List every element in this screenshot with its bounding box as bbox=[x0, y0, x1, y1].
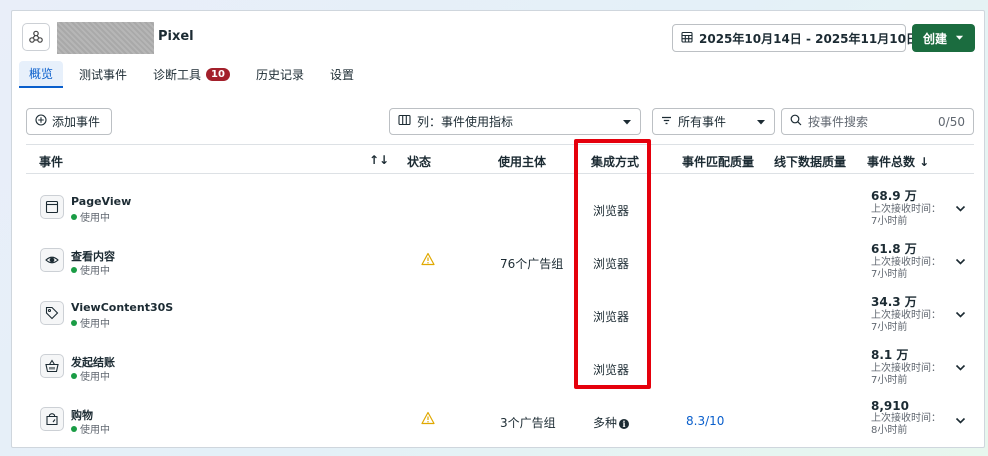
tab-overview[interactable]: 概览 bbox=[19, 61, 64, 88]
tab-diagnostics[interactable]: 诊断工具 10 bbox=[143, 61, 240, 88]
add-event-button[interactable]: 添加事件 bbox=[26, 108, 112, 135]
tab-settings[interactable]: 设置 bbox=[320, 61, 364, 88]
event-name: PageView bbox=[71, 195, 132, 208]
info-icon[interactable]: i bbox=[619, 419, 630, 429]
chevron-down-icon[interactable] bbox=[955, 256, 966, 267]
chevron-down-icon[interactable] bbox=[955, 362, 966, 373]
page-icon bbox=[40, 195, 64, 219]
active-dot bbox=[71, 372, 77, 379]
page-title: Pixel bbox=[158, 29, 194, 44]
columns-icon bbox=[398, 114, 411, 129]
match-quality-link[interactable]: 8.3/10 bbox=[686, 414, 724, 428]
warning-icon[interactable] bbox=[421, 411, 435, 425]
add-event-label: 添加事件 bbox=[52, 115, 101, 129]
active-dot bbox=[71, 213, 77, 220]
table-row[interactable]: ViewContent30S 使用中 浏览器 34.3 万 上次接收时间： 7小… bbox=[26, 288, 974, 341]
tab-test-events[interactable]: 测试事件 bbox=[69, 61, 137, 88]
chevron-down-icon[interactable] bbox=[955, 203, 966, 214]
used-by-value: 3个广告组 bbox=[500, 416, 556, 430]
header-offline-quality: 线下数据质量 bbox=[774, 155, 847, 169]
table-row[interactable]: 发起结账 使用中 浏览器 8.1 万 上次接收时间： 7小时前 bbox=[26, 341, 974, 394]
create-button[interactable]: 创建 bbox=[912, 24, 975, 52]
event-total: 8.1 万 上次接收时间： 7小时前 bbox=[871, 348, 941, 386]
event-search-box: 0/50 bbox=[781, 108, 974, 135]
event-filter-select[interactable]: 所有事件 bbox=[652, 108, 775, 135]
pixel-logo-icon bbox=[22, 23, 50, 51]
event-status: 使用中 bbox=[71, 262, 110, 277]
plus-circle-icon bbox=[35, 114, 47, 129]
caret-down-icon bbox=[622, 117, 632, 127]
header-used-by: 使用主体 bbox=[498, 155, 547, 169]
redacted-name bbox=[57, 22, 154, 54]
event-total: 68.9 万 上次接收时间： 7小时前 bbox=[871, 189, 941, 227]
filter-icon bbox=[661, 115, 672, 129]
event-total: 61.8 万 上次接收时间： 7小时前 bbox=[871, 242, 941, 280]
chevron-down-icon[interactable] bbox=[955, 415, 966, 426]
caret-down-icon bbox=[756, 117, 766, 127]
header-total[interactable]: 事件总数 ↓ bbox=[867, 153, 929, 170]
search-icon bbox=[790, 114, 802, 129]
event-name: ViewContent30S bbox=[71, 301, 174, 314]
header-match-quality: 事件匹配质量 bbox=[682, 155, 755, 169]
integration-value: 浏览器 bbox=[593, 257, 630, 271]
event-total: 34.3 万 上次接收时间： 7小时前 bbox=[871, 295, 941, 333]
warning-icon[interactable] bbox=[421, 252, 435, 266]
active-dot bbox=[71, 319, 77, 326]
table-row[interactable]: PageView 使用中 浏览器 68.9 万 上次接收时间： 7小时前 bbox=[26, 182, 974, 235]
tab-history[interactable]: 历史记录 bbox=[246, 61, 314, 88]
event-status: 使用中 bbox=[71, 315, 110, 330]
date-range-label: 2025年10月14日 - 2025年11月10日 bbox=[699, 31, 918, 46]
table-row[interactable]: 查看内容 使用中 76个广告组 浏览器 61.8 万 上次接收时间： 7小时前 bbox=[26, 235, 974, 288]
date-range-picker[interactable]: 2025年10月14日 - 2025年11月10日 bbox=[672, 24, 933, 52]
header-integration: 集成方式 bbox=[591, 155, 640, 169]
eye-icon bbox=[40, 248, 64, 272]
integration-value: 浏览器 bbox=[593, 204, 630, 218]
tab-bar: 概览 测试事件 诊断工具 10 历史记录 设置 bbox=[19, 61, 370, 88]
event-total: 8,910 上次接收时间： 8小时前 bbox=[871, 399, 941, 436]
used-by-value: 76个广告组 bbox=[500, 257, 564, 271]
columns-select[interactable]: 列：事件使用指标 bbox=[389, 108, 641, 135]
create-button-label: 创建 bbox=[922, 31, 947, 46]
header-status: 状态 bbox=[407, 155, 432, 169]
basket-icon bbox=[40, 354, 64, 378]
event-search-input[interactable] bbox=[808, 114, 933, 129]
tag-icon bbox=[40, 301, 64, 325]
table-row[interactable]: 购物 使用中 3个广告组 多种 i 8.3/10 8,910 上次接收时间： 8小… bbox=[26, 394, 974, 447]
columns-select-label: 列：事件使用指标 bbox=[417, 115, 514, 129]
event-status: 使用中 bbox=[71, 209, 110, 224]
sort-icon[interactable]: ↑↓ bbox=[369, 153, 389, 167]
calendar-icon bbox=[681, 31, 693, 46]
table-header: 事件 ↑↓ 状态 使用主体 集成方式 事件匹配质量 线下数据质量 事件总数 ↓ bbox=[26, 144, 974, 174]
caret-down-icon bbox=[955, 31, 964, 45]
integration-value: 多种 i bbox=[593, 414, 630, 431]
active-dot bbox=[71, 266, 77, 273]
header-event[interactable]: 事件 bbox=[39, 153, 63, 170]
event-status: 使用中 bbox=[71, 368, 110, 383]
pixel-overview-panel: Pixel 2025年10月14日 - 2025年11月10日 创建 概览 测试… bbox=[11, 10, 985, 448]
shopping-bag-icon bbox=[40, 407, 64, 431]
event-filter-label: 所有事件 bbox=[678, 115, 727, 129]
active-dot bbox=[71, 425, 77, 432]
chevron-down-icon[interactable] bbox=[955, 309, 966, 320]
search-count: 0/50 bbox=[938, 114, 965, 129]
event-status: 使用中 bbox=[71, 421, 110, 436]
integration-value: 浏览器 bbox=[593, 363, 630, 377]
integration-value: 浏览器 bbox=[593, 310, 630, 324]
diagnostics-count-badge: 10 bbox=[206, 68, 230, 81]
